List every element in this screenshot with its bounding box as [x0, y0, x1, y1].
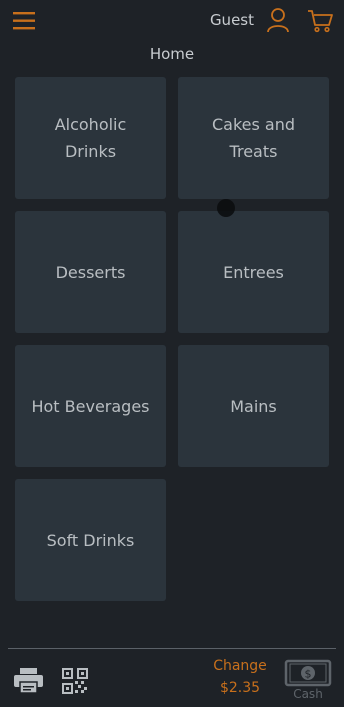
category-tile-alcoholic-drinks[interactable]: Alcoholic Drinks — [15, 77, 166, 199]
touch-cursor — [217, 199, 235, 217]
cart-icon — [308, 10, 333, 33]
user-icon — [267, 8, 289, 33]
qr-code-button[interactable] — [62, 668, 88, 694]
change-amount: $2.35 — [219, 680, 261, 696]
category-tile-soft-drinks[interactable]: Soft Drinks — [15, 479, 166, 601]
change-display: Change $2.35 — [206, 655, 274, 699]
cash-button[interactable]: $ Cash — [284, 659, 332, 703]
menu-button[interactable] — [12, 10, 38, 32]
cash-icon: $ — [284, 659, 332, 687]
footer-divider — [8, 648, 336, 649]
hamburger-icon — [13, 12, 35, 30]
category-tile-entrees[interactable]: Entrees — [178, 211, 329, 333]
cash-label: Cash — [293, 687, 323, 701]
page-title: Home — [149, 45, 195, 63]
print-button[interactable] — [13, 667, 44, 694]
category-tile-mains[interactable]: Mains — [178, 345, 329, 467]
category-tile-desserts[interactable]: Desserts — [15, 211, 166, 333]
category-tile-hot-beverages[interactable]: Hot Beverages — [15, 345, 166, 467]
svg-text:$: $ — [305, 668, 312, 681]
qr-code-icon — [62, 668, 88, 694]
account-button[interactable] — [266, 7, 290, 33]
category-tile-cakes-and-treats[interactable]: Cakes and Treats — [178, 77, 329, 199]
change-label: Change — [213, 658, 267, 674]
top-bar: Guest — [0, 0, 344, 42]
category-grid: Alcoholic Drinks Cakes and Treats Desser… — [15, 77, 329, 601]
cart-button[interactable] — [307, 9, 334, 33]
user-name: Guest — [209, 11, 254, 29]
printer-icon — [14, 668, 43, 694]
